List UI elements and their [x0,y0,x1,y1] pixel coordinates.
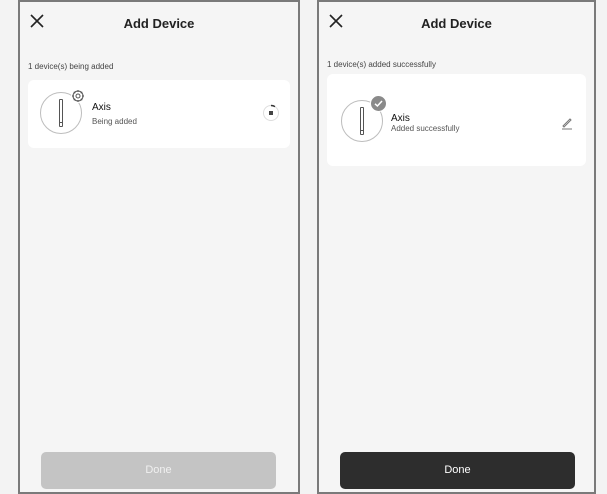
loading-spinner-icon [262,104,280,122]
add-device-screen-success: Add Device 1 device(s) added successfull… [317,0,596,494]
adding-status-text: 1 device(s) being added [28,62,114,71]
page-title: Add Device [421,16,492,31]
done-button[interactable]: Done [41,452,276,489]
device-avatar [341,95,387,142]
check-icon [370,95,387,112]
page-title: Add Device [123,16,195,31]
edit-pencil-icon[interactable] [560,116,574,130]
axis-device-icon [360,107,364,135]
device-name: Axis [92,102,111,113]
device-status: Added successfully [391,124,460,133]
done-button[interactable]: Done [340,452,575,489]
add-device-screen-adding: Add Device 1 device(s) being added Axis … [18,0,300,494]
gear-icon [71,89,85,103]
device-card: Axis Added successfully [327,74,586,166]
device-avatar [40,89,85,134]
success-status-text: 1 device(s) added successfully [327,60,436,69]
device-status: Being added [92,117,137,126]
device-name: Axis [391,113,410,124]
axis-device-icon [59,99,63,127]
device-card: Axis Being added [28,80,290,148]
